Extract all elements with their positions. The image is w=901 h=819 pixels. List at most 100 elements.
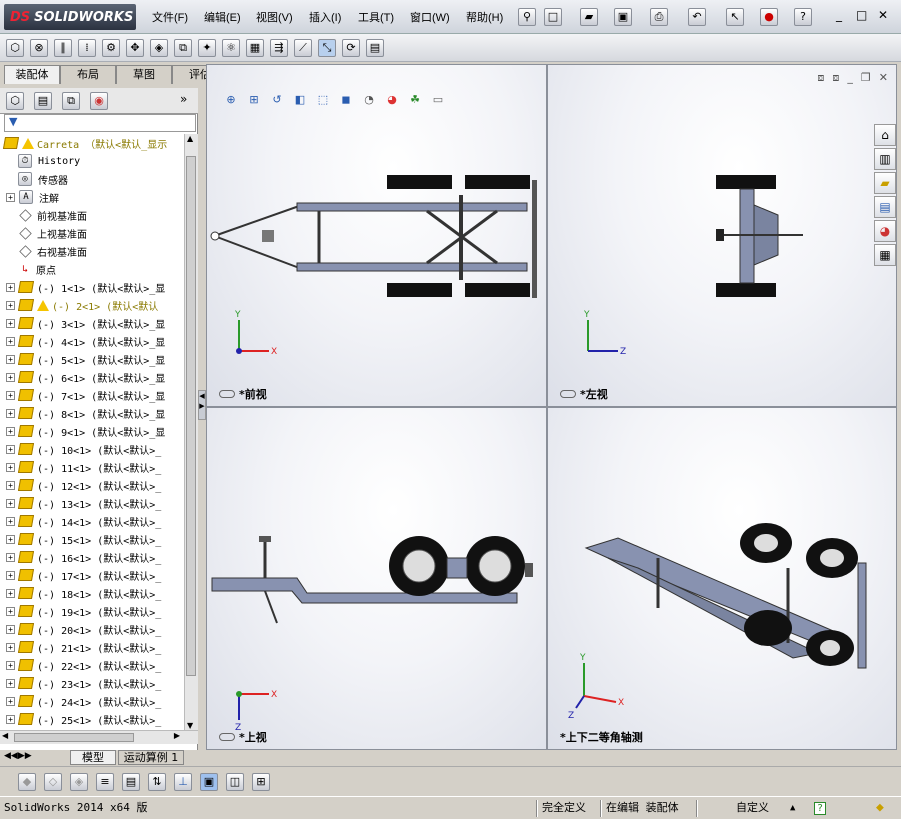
scroll-up-arrow-icon[interactable]: ▲ — [187, 134, 193, 143]
component-row[interactable]: + (-) 17<1> (默认<默认>_ — [0, 566, 161, 584]
component-row[interactable]: + (-) 16<1> (默认<默认>_ — [0, 548, 161, 566]
horizontal-lines-icon[interactable]: ≡ — [96, 772, 114, 791]
expand-toggle-icon[interactable]: + — [6, 444, 15, 454]
expand-toggle-icon[interactable]: + — [6, 372, 15, 382]
hidden-lines-icon[interactable]: ◇ — [44, 772, 62, 791]
tile-horizontal-icon[interactable]: ⧈ — [817, 71, 824, 85]
component-row[interactable]: + (-) 14<1> (默认<默认>_ — [0, 512, 161, 530]
tab-assembly[interactable]: 装配体 — [4, 65, 60, 84]
component-row[interactable]: + (-) 6<1> (默认<默认>_显 — [0, 368, 165, 386]
exploded-view-icon[interactable]: ⇶ — [270, 38, 288, 57]
hide-show-items-icon[interactable]: ◔ — [360, 92, 378, 110]
tab-layout[interactable]: 布局 — [60, 65, 116, 84]
smart-fastener-icon[interactable]: ⚙ — [102, 38, 120, 57]
explode-line-sketch-icon[interactable]: ⟋ — [294, 38, 312, 57]
panel-collapse-handle[interactable]: ◀ ▶ — [198, 390, 206, 420]
component-row[interactable]: + (-) 2<1> (默认<默认 — [0, 296, 158, 314]
previous-view-icon[interactable]: ↺ — [268, 92, 286, 110]
apply-scene-icon[interactable]: ☘ — [406, 92, 424, 110]
close-window-icon[interactable]: ✕ — [878, 8, 888, 22]
align-icon[interactable]: ⇅ — [148, 772, 166, 791]
view-orientation-icon[interactable]: ⬚ — [314, 92, 332, 110]
tile-vertical-icon[interactable]: ⧈ — [832, 71, 839, 85]
display-style-icon[interactable]: ◼ — [337, 92, 355, 110]
expand-toggle-icon[interactable]: + — [6, 480, 15, 490]
component-row[interactable]: + (-) 11<1> (默认<默认>_ — [0, 458, 161, 476]
wireframe-icon[interactable]: ◈ — [70, 772, 88, 791]
viewport-left[interactable]: ⧈ ⧈ _ ❐ ✕ Y Z *左视 — [547, 64, 897, 407]
two-view-icon[interactable]: ◫ — [226, 772, 244, 791]
move-component-icon[interactable]: ✥ — [126, 38, 144, 57]
component-row[interactable]: + (-) 19<1> (默认<默认>_ — [0, 602, 161, 620]
insert-component-icon[interactable]: ⬡ — [6, 38, 24, 57]
component-row[interactable]: + (-) 4<1> (默认<默认>_显 — [0, 332, 165, 350]
link-views-icon[interactable] — [219, 733, 235, 741]
link-views-icon[interactable] — [219, 390, 235, 398]
menu-window[interactable]: 窗口(W) — [410, 9, 450, 25]
expand-toggle-icon[interactable]: + — [6, 282, 15, 292]
tab-nav-arrows-icon[interactable]: ◀◀▶▶ — [4, 751, 32, 761]
pin-icon[interactable]: ⚲ — [518, 8, 536, 26]
tree-horizontal-scrollbar[interactable]: ◀ ▶ — [0, 730, 198, 744]
design-library-icon[interactable]: ▥ — [874, 148, 896, 170]
open-folder-icon[interactable]: ▰ — [580, 8, 598, 26]
menu-edit[interactable]: 编辑(E) — [204, 9, 241, 25]
expand-toggle-icon[interactable]: + — [6, 516, 15, 526]
expand-toggle-icon[interactable]: + — [6, 408, 15, 418]
tree-scroll-thumb[interactable] — [186, 156, 196, 676]
scroll-left-arrow-icon[interactable]: ◀ — [2, 731, 8, 740]
component-row[interactable]: + (-) 9<1> (默认<默认>_显 — [0, 422, 165, 440]
scroll-down-arrow-icon[interactable]: ▼ — [187, 721, 193, 730]
expand-toggle-icon[interactable]: + — [6, 336, 15, 346]
expand-toggle-icon[interactable]: + — [6, 354, 15, 364]
four-view-icon[interactable]: ⊞ — [252, 772, 270, 791]
component-row[interactable]: + (-) 15<1> (默认<默认>_ — [0, 530, 161, 548]
grid-lines-icon[interactable]: ▤ — [122, 772, 140, 791]
shaded-with-edges-icon[interactable]: ◆ — [18, 772, 36, 791]
tab-model[interactable]: 模型 — [70, 750, 116, 765]
component-row[interactable]: + (-) 18<1> (默认<默认>_ — [0, 584, 161, 602]
scroll-right-arrow-icon[interactable]: ▶ — [174, 731, 180, 740]
tree-item-front-plane[interactable]: 前视基准面 — [18, 206, 87, 224]
minimize-window-icon[interactable]: _ — [836, 8, 842, 22]
viewport-front[interactable]: Y X *前视 — [206, 64, 547, 407]
rebuild-traffic-light-icon[interactable]: ● — [760, 8, 778, 26]
zoom-to-fit-icon[interactable]: ⊕ — [222, 92, 240, 110]
configuration-manager-icon[interactable]: ⧉ — [62, 92, 80, 110]
expand-toggle-icon[interactable]: + — [6, 534, 15, 544]
tab-sketch[interactable]: 草图 — [116, 65, 172, 84]
expand-toggle-icon[interactable]: + — [6, 426, 15, 436]
instant3d-icon[interactable]: ⤡ — [318, 38, 336, 57]
solidworks-logo[interactable]: DS SOLIDWORKS — [4, 4, 136, 30]
help-question-icon[interactable]: ? — [794, 8, 812, 26]
mate-icon[interactable]: ⊗ — [30, 38, 48, 57]
component-row[interactable]: + (-) 22<1> (默认<默认>_ — [0, 656, 161, 674]
expand-toggle-icon[interactable]: + — [6, 462, 15, 472]
component-row[interactable]: + (-) 25<1> (默认<默认>_ — [0, 710, 161, 728]
take-snapshot-icon[interactable]: ▤ — [366, 38, 384, 57]
expand-toggle-icon[interactable]: + — [6, 570, 15, 580]
origin-axes-icon[interactable]: ⊥ — [174, 772, 192, 791]
reference-geometry-icon[interactable]: ✦ — [198, 38, 216, 57]
tree-item-origin[interactable]: ↳ 原点 — [18, 260, 56, 278]
save-icon[interactable]: ▣ — [614, 8, 632, 26]
feature-tree-icon[interactable]: ⬡ — [6, 92, 24, 110]
expand-toggle-icon[interactable]: + — [6, 498, 15, 508]
component-row[interactable]: + (-) 24<1> (默认<默认>_ — [0, 692, 161, 710]
expand-toggle-icon[interactable]: + — [6, 552, 15, 562]
edit-appearance-icon[interactable]: ◕ — [383, 92, 401, 110]
linear-pattern-icon[interactable]: ⁞ — [78, 38, 96, 57]
link-views-icon[interactable] — [560, 390, 576, 398]
component-row[interactable]: + (-) 20<1> (默认<默认>_ — [0, 620, 161, 638]
expand-toggle-icon[interactable]: + — [6, 624, 15, 634]
new-motion-study-icon[interactable]: ⚛ — [222, 38, 240, 57]
custom-properties-icon[interactable]: ▦ — [874, 244, 896, 266]
maximize-window-icon[interactable]: □ — [856, 8, 867, 22]
viewport-restore-icon[interactable]: ❐ — [861, 71, 871, 85]
tree-item-top-plane[interactable]: 上视基准面 — [18, 224, 87, 242]
component-row[interactable]: + (-) 13<1> (默认<默认>_ — [0, 494, 161, 512]
tree-item-right-plane[interactable]: 右视基准面 — [18, 242, 87, 260]
expand-toggle-icon[interactable]: + — [6, 588, 15, 598]
expand-toggle-icon[interactable]: + — [6, 300, 15, 310]
view-palette-icon[interactable]: ▤ — [874, 196, 896, 218]
